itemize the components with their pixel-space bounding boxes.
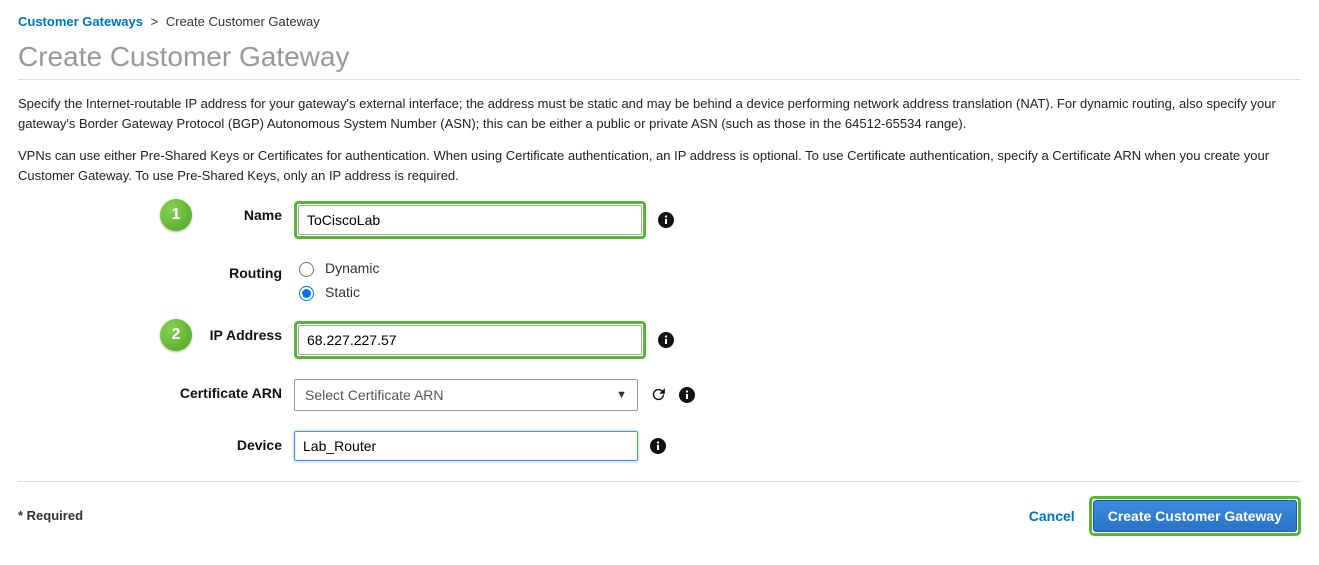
callout-1: 1: [160, 199, 192, 231]
intro-paragraph-2: VPNs can use either Pre-Shared Keys or C…: [18, 146, 1301, 186]
highlight-name: [294, 201, 646, 239]
radio-dynamic[interactable]: Dynamic: [294, 259, 379, 277]
radio-dynamic-label: Dynamic: [325, 260, 379, 276]
callout-2: 2: [160, 319, 192, 351]
device-input[interactable]: [294, 431, 638, 461]
row-ip: 2 IP Address: [18, 321, 1301, 359]
info-icon[interactable]: [658, 332, 674, 348]
footer-actions: Cancel Create Customer Gateway: [1029, 496, 1301, 536]
radio-static-input[interactable]: [299, 286, 314, 301]
row-device: Device: [18, 431, 1301, 461]
footer-bar: * Required Cancel Create Customer Gatewa…: [18, 481, 1301, 536]
label-name: Name: [18, 201, 294, 223]
breadcrumb-current: Create Customer Gateway: [166, 14, 320, 29]
page-title: Create Customer Gateway: [18, 41, 1301, 80]
label-cert: Certificate ARN: [18, 379, 294, 401]
info-icon[interactable]: [650, 438, 666, 454]
create-customer-gateway-button[interactable]: Create Customer Gateway: [1093, 500, 1297, 532]
breadcrumb-separator: >: [151, 14, 159, 29]
highlight-ip: [294, 321, 646, 359]
row-cert: Certificate ARN Select Certificate ARN ▼: [18, 379, 1301, 411]
label-routing: Routing: [18, 259, 294, 281]
breadcrumb: Customer Gateways > Create Customer Gate…: [18, 14, 1301, 29]
cert-select[interactable]: Select Certificate ARN ▼: [294, 379, 638, 411]
info-icon[interactable]: [679, 387, 695, 403]
breadcrumb-parent-link[interactable]: Customer Gateways: [18, 14, 143, 29]
form-area: 1 Name Routing Dynamic Static: [18, 201, 1301, 461]
radio-static[interactable]: Static: [294, 283, 379, 301]
refresh-icon[interactable]: [650, 386, 667, 403]
row-name: 1 Name: [18, 201, 1301, 239]
label-ip: IP Address: [18, 321, 294, 343]
cancel-button[interactable]: Cancel: [1029, 508, 1075, 524]
radio-static-label: Static: [325, 284, 360, 300]
highlight-submit: Create Customer Gateway: [1089, 496, 1301, 536]
ip-input[interactable]: [298, 325, 642, 355]
row-routing: Routing Dynamic Static: [18, 259, 1301, 301]
info-icon[interactable]: [658, 212, 674, 228]
name-input[interactable]: [298, 205, 642, 235]
intro-paragraph-1: Specify the Internet-routable IP address…: [18, 94, 1301, 134]
required-note: * Required: [18, 508, 83, 523]
chevron-down-icon: ▼: [616, 389, 627, 401]
radio-dynamic-input[interactable]: [299, 262, 314, 277]
intro-text: Specify the Internet-routable IP address…: [18, 94, 1301, 187]
routing-radio-group: Dynamic Static: [294, 259, 379, 301]
cert-select-placeholder: Select Certificate ARN: [305, 387, 444, 403]
label-device: Device: [18, 431, 294, 453]
